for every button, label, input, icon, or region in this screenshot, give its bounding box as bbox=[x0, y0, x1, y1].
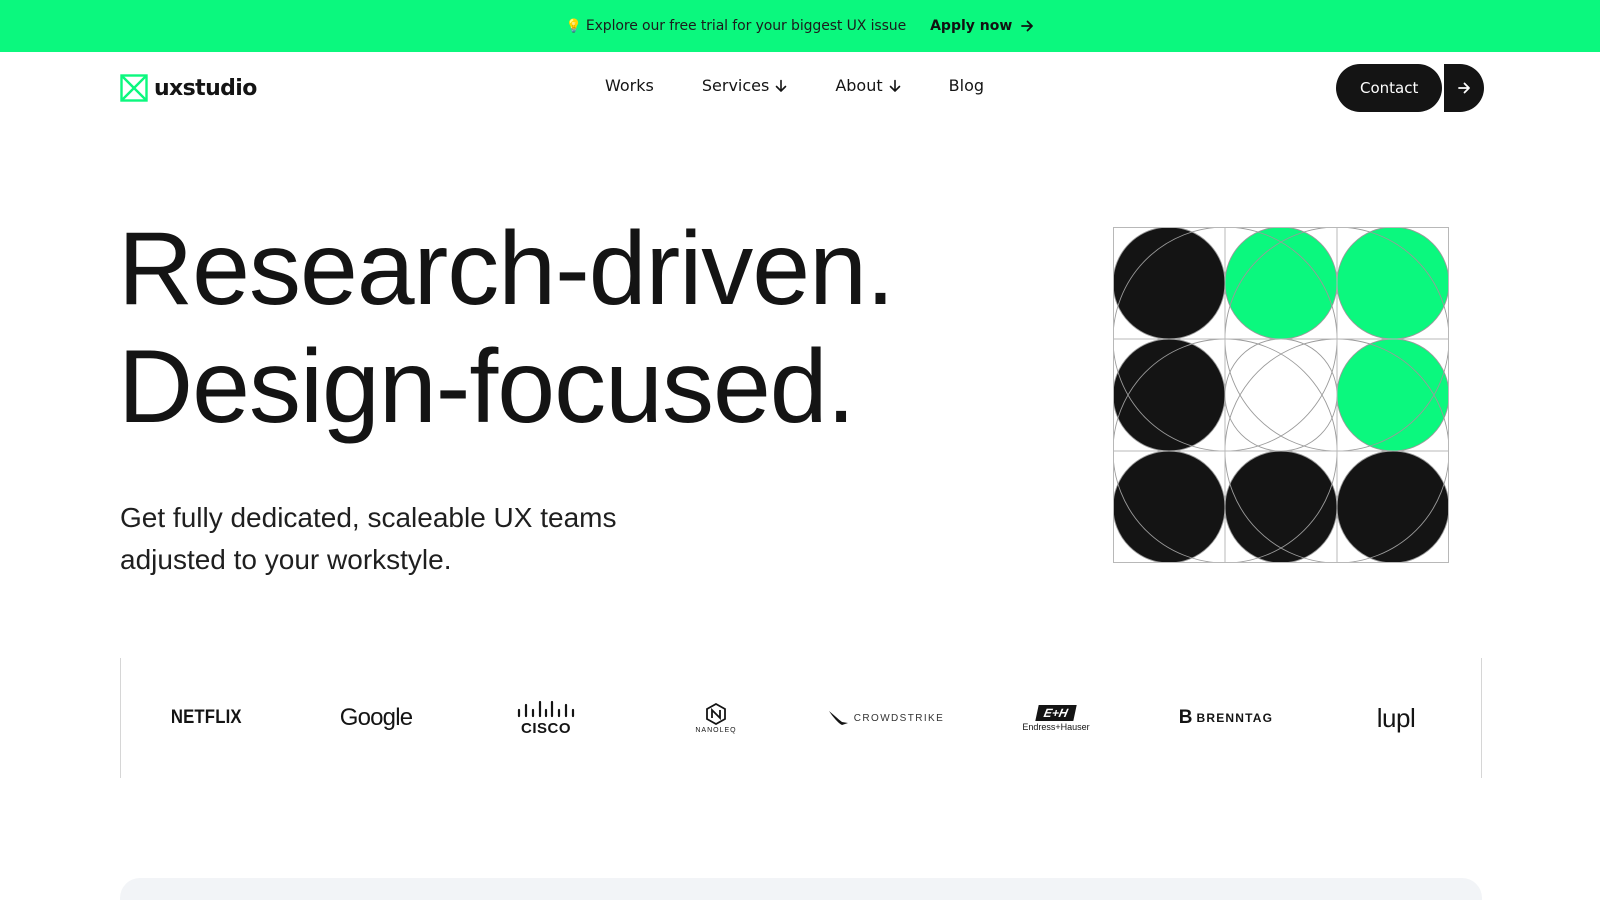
uxstudio-logo-icon bbox=[120, 74, 148, 102]
contact-cta[interactable]: Contact bbox=[1336, 64, 1485, 112]
brand-name: uxstudio bbox=[154, 75, 257, 101]
grid-circle bbox=[1225, 451, 1337, 563]
contact-arrow-button[interactable] bbox=[1444, 64, 1485, 112]
grid-circle bbox=[1113, 227, 1225, 339]
nav-blog[interactable]: Blog bbox=[949, 76, 984, 95]
grid-circle bbox=[1337, 227, 1449, 339]
nanoleq-mark-icon bbox=[706, 702, 726, 725]
nav-about[interactable]: About bbox=[835, 76, 900, 95]
crowdstrike-falcon-icon bbox=[828, 711, 848, 725]
client-logos: NETFLIX Google CISCO NANOLEQ CROWDSTRIKE… bbox=[120, 658, 1482, 778]
client-logo-netflix: NETFLIX bbox=[121, 658, 291, 778]
grid-circle bbox=[1113, 339, 1225, 451]
next-section-card bbox=[120, 878, 1482, 900]
nanoleq-logo: NANOLEQ bbox=[695, 726, 737, 734]
site-header: uxstudio Works Services About Blog Conta… bbox=[0, 52, 1600, 124]
hero-title: Research-driven. Design-focused. bbox=[118, 210, 895, 446]
hero-grid-illustration bbox=[1113, 227, 1449, 563]
cisco-logo: CISCO bbox=[520, 719, 571, 737]
grid-circle bbox=[1337, 451, 1449, 563]
google-logo: Google bbox=[339, 704, 413, 731]
endress-hauser-mark-icon: E+H bbox=[1035, 704, 1077, 721]
client-logo-brenntag: B BRENNTAG bbox=[1141, 658, 1311, 778]
grid-circle bbox=[1225, 227, 1337, 339]
lightbulb-icon: 💡 bbox=[565, 18, 582, 34]
apply-now-label: Apply now bbox=[930, 18, 1013, 34]
grid-circle bbox=[1113, 451, 1225, 563]
arrow-down-icon bbox=[776, 79, 787, 92]
hero-title-line-1: Research-driven. bbox=[118, 211, 895, 327]
nav-services[interactable]: Services bbox=[702, 76, 787, 95]
banner-message: Explore our free trial for your biggest … bbox=[585, 18, 907, 34]
hero-subtitle: Get fully dedicated, scaleable UX teams … bbox=[120, 502, 617, 575]
client-logo-lupl: lupl bbox=[1311, 658, 1481, 778]
client-logo-nanoleq: NANOLEQ bbox=[631, 658, 801, 778]
grid-circle bbox=[1337, 339, 1449, 451]
brand-logo[interactable]: uxstudio bbox=[120, 74, 257, 102]
client-logo-endress-hauser: E+H Endress+Hauser bbox=[971, 658, 1141, 778]
cisco-bars-icon bbox=[517, 700, 575, 717]
main-nav: Works Services About Blog bbox=[605, 76, 984, 95]
client-logo-google: Google bbox=[291, 658, 461, 778]
nav-about-label: About bbox=[835, 76, 883, 95]
hero-title-line-2: Design-focused. bbox=[118, 329, 856, 445]
arrow-down-icon bbox=[889, 79, 900, 92]
apply-now-link[interactable]: Apply now bbox=[930, 18, 1034, 34]
crowdstrike-logo: CROWDSTRIKE bbox=[853, 712, 945, 724]
arrow-right-icon bbox=[1458, 82, 1471, 94]
client-logo-cisco: CISCO bbox=[461, 658, 631, 778]
promo-banner: 💡 Explore our free trial for your bigges… bbox=[0, 0, 1600, 52]
brenntag-mark-icon: B bbox=[1178, 707, 1193, 728]
arrow-right-icon bbox=[1021, 20, 1034, 32]
netflix-logo: NETFLIX bbox=[170, 707, 242, 728]
contact-button[interactable]: Contact bbox=[1336, 64, 1443, 112]
nav-works[interactable]: Works bbox=[605, 76, 654, 95]
client-logo-crowdstrike: CROWDSTRIKE bbox=[801, 658, 971, 778]
lupl-logo: lupl bbox=[1376, 702, 1416, 733]
brenntag-logo: BRENNTAG bbox=[1196, 711, 1274, 725]
endress-hauser-logo: Endress+Hauser bbox=[1022, 721, 1090, 732]
nav-services-label: Services bbox=[701, 76, 770, 95]
